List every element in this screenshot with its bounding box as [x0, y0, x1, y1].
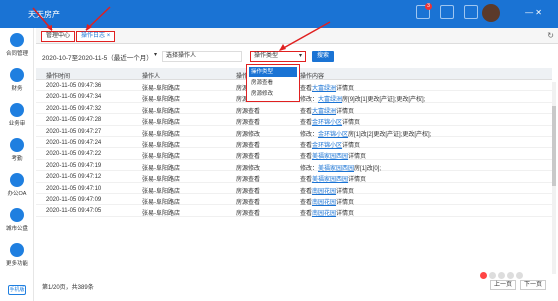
grid-icon[interactable]: [440, 5, 454, 19]
sidebar-item-oa[interactable]: 办公OA: [0, 173, 34, 203]
input-method-icon[interactable]: [480, 271, 487, 279]
dropdown-option[interactable]: 房源查看: [249, 78, 297, 88]
column-header-operator: 操作人: [142, 74, 161, 80]
tab-label: 操作日志: [81, 33, 106, 39]
scroll-thumb[interactable]: [552, 106, 556, 186]
more-icon: [10, 243, 24, 257]
sidebar-item-label: 业务审: [8, 121, 26, 127]
prev-page-button[interactable]: 上一页: [490, 280, 516, 290]
date-range-picker[interactable]: 2020-10-7至2020-11-5（最近一个月）: [42, 52, 153, 62]
table-row: 2020-11-05 09:47:32 张易-阜阳路店 房源查看 查看大富绿洲详情页: [36, 103, 552, 115]
cell-time: 2020-11-05 09:47:05: [46, 208, 102, 215]
table-row: 2020-11-05 09:47:22 张易-阜阳路店 房源查看 查看美福家园西园详情…: [36, 148, 552, 160]
sidebar-item-label: 考勤: [11, 156, 23, 162]
tab-bar: 管理中心 操作日志 × ↻: [36, 28, 558, 44]
table-row: 2020-11-05 09:47:12 张易-阜阳路店 房源查看 查看美福家园西园详情…: [36, 171, 552, 183]
sidebar-item-more[interactable]: 更多功能: [0, 243, 34, 273]
content-suffix: 详情页: [336, 211, 355, 218]
table-scrollbar[interactable]: [552, 82, 556, 274]
cell-time: 2020-11-05 09:47:32: [46, 105, 102, 112]
avatar[interactable]: [482, 4, 500, 22]
operation-type-value: 操作类型: [254, 53, 279, 59]
sidebar-item-finance[interactable]: 财务: [0, 68, 34, 98]
table-row: 2020-11-05 09:47:09 张易-阜阳路店 房源查看 查看南园花园详情页: [36, 194, 552, 206]
sidebar-item-label: 财务: [11, 86, 23, 92]
oa-icon: [10, 173, 24, 187]
sidebar-item-label: 更多功能: [5, 261, 28, 267]
cell-time: 2020-11-05 09:47:28: [46, 117, 102, 124]
sidebar-item-label: 办公OA: [7, 191, 27, 197]
dropdown-option[interactable]: 房源修改: [249, 89, 297, 99]
cell-time: 2020-11-05 09:47:36: [46, 83, 102, 89]
table-row: 2020-11-05 09:47:27 张易-阜阳路店 房源修改 修改：金环锦小区房[…: [36, 126, 552, 138]
attendance-icon: [10, 138, 24, 152]
pagination: 第1/20页，共389条 上一页 下一页: [36, 280, 558, 292]
chevron-down-icon: ▾: [298, 53, 302, 59]
review-icon: [10, 103, 24, 117]
message-icon[interactable]: 3: [416, 3, 432, 19]
filter-row: 2020-10-7至2020-11-5（最近一个月） ▾ 选择操作人 操作类型 …: [36, 50, 558, 64]
mobile-version-button[interactable]: 手机版: [8, 285, 26, 295]
keyboard-icon[interactable]: [507, 271, 514, 279]
mini-toolbar: [480, 271, 540, 279]
cell-time: 2020-11-05 09:47:27: [46, 128, 102, 135]
sidebar-item-label: 城市公盘: [5, 226, 28, 232]
operator-select[interactable]: 选择操作人: [162, 51, 242, 62]
search-button[interactable]: 搜索: [312, 51, 334, 62]
sidebar-item-review[interactable]: 业务审: [0, 103, 34, 133]
sidebar-item-contract[interactable]: 合同管理: [0, 33, 34, 63]
cell-time: 2020-11-05 09:47:24: [46, 139, 102, 146]
mic-icon[interactable]: [498, 271, 505, 279]
content-prefix: 查看: [300, 211, 313, 218]
table-row: 2020-11-05 09:47:10 张易-阜阳路店 房源查看 查看南园花园详情页: [36, 183, 552, 195]
sidebar-item-city[interactable]: 城市公盘: [0, 208, 34, 238]
chevron-down-icon[interactable]: ▾: [154, 51, 157, 58]
pager-info: 第1/20页，共389条: [42, 285, 94, 291]
table-row: 2020-11-05 09:47:05 张易-阜阳路店 房源查看 查看南园花园详情页: [36, 205, 552, 218]
sidebar: 合同管理 财务 业务审 考勤 办公OA 城市公盘 更多功能 手机版: [0, 28, 34, 301]
tab-operation-log[interactable]: 操作日志 ×: [76, 31, 116, 42]
table-row: 2020-11-05 09:47:19 张易-阜阳路店 房源修改 修改：美福家园西园房…: [36, 160, 552, 172]
finance-icon: [10, 68, 24, 82]
cell-time: 2020-11-05 09:47:09: [46, 196, 102, 203]
sidebar-item-attendance[interactable]: 考勤: [0, 138, 34, 168]
top-bar: 天天房产 3 — ✕: [0, 0, 558, 28]
cell-operator: 张易-阜阳路店: [142, 211, 180, 218]
top-icons: 3: [416, 3, 478, 19]
message-badge: 3: [425, 3, 432, 10]
app-title: 天天房产: [28, 10, 60, 19]
table-row: 2020-11-05 09:47:28 张易-阜阳路店 房源查看 查看金环锦小区详情页: [36, 114, 552, 126]
city-icon: [10, 208, 24, 222]
settings-icon[interactable]: [516, 271, 523, 279]
operation-type-dropdown: 操作类型 房源查看 房源修改: [246, 64, 300, 102]
contract-icon: [10, 33, 24, 47]
dropdown-option[interactable]: 操作类型: [249, 67, 297, 77]
operation-type-select[interactable]: 操作类型 ▾: [250, 51, 306, 62]
cell-time: 2020-11-05 09:47:12: [46, 174, 102, 181]
emoji-icon[interactable]: [489, 271, 496, 279]
window-icon[interactable]: [464, 5, 478, 19]
table-row: 2020-11-05 09:47:24 张易-阜阳路店 房源查看 查看金环锦小区详情页: [36, 137, 552, 149]
next-page-button[interactable]: 下一页: [520, 280, 546, 290]
cell-type: 房源查看: [236, 211, 261, 218]
cell-time: 2020-11-05 09:47:19: [46, 162, 102, 169]
cell-time: 2020-11-05 09:47:34: [46, 94, 102, 101]
refresh-icon[interactable]: ↻: [547, 31, 554, 40]
cell-time: 2020-11-05 09:47:10: [46, 185, 102, 192]
column-header-content: 操作内容: [300, 74, 325, 80]
property-link[interactable]: 南园花园: [312, 211, 336, 217]
cell-content: 查看南园花园详情页: [300, 208, 354, 217]
sidebar-item-label: 合同管理: [5, 51, 28, 57]
cell-time: 2020-11-05 09:47:22: [46, 151, 102, 158]
window-controls[interactable]: — ✕: [525, 8, 542, 17]
close-icon[interactable]: ×: [107, 33, 111, 39]
tab-management-center[interactable]: 管理中心: [41, 31, 76, 42]
column-header-time: 操作时间: [46, 74, 71, 80]
